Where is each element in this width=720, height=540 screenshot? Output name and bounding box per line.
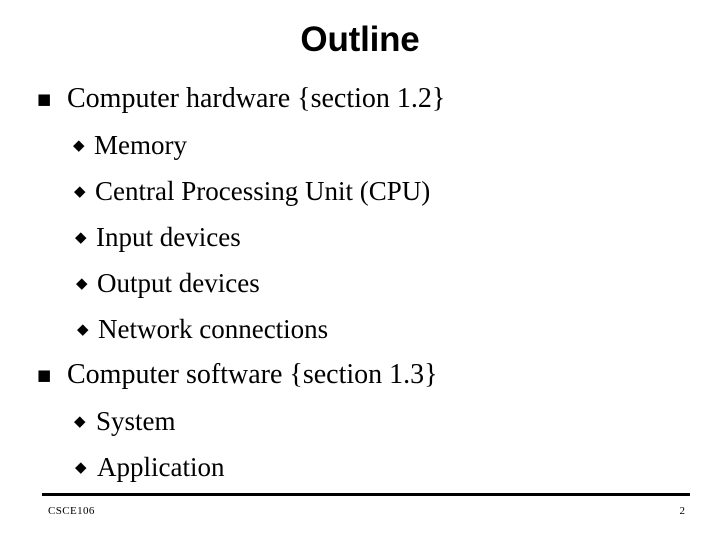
list-item-label: System <box>96 406 176 436</box>
diamond-bullet-icon: ◆ <box>77 320 89 338</box>
list-item: ◆ System <box>0 398 720 444</box>
square-bullet-icon: ■ <box>37 90 52 108</box>
list-item: ◆ Memory <box>0 122 720 168</box>
list-item: ■ Computer software {section 1.3} <box>0 352 720 398</box>
footer-page-number: 2 <box>679 505 686 517</box>
list-item-label: Output devices <box>97 268 260 298</box>
list-item: ◆ Application <box>0 444 720 490</box>
list-item: ◆ Output devices <box>0 260 720 306</box>
page-title: Outline <box>300 20 420 59</box>
footer-divider <box>42 493 690 496</box>
list-item: ◆ Input devices <box>0 214 720 260</box>
slide: Outline ■ Computer hardware {section 1.2… <box>0 0 720 540</box>
diamond-bullet-icon: ◆ <box>74 182 86 200</box>
diamond-bullet-icon: ◆ <box>73 136 85 154</box>
diamond-bullet-icon: ◆ <box>76 274 88 292</box>
list-item: ◆ Network connections <box>0 306 720 352</box>
list-item-label: Computer hardware {section 1.2} <box>67 83 446 114</box>
diamond-bullet-icon: ◆ <box>74 412 86 430</box>
outline-list: ■ Computer hardware {section 1.2} ◆ Memo… <box>0 76 720 490</box>
list-item: ◆ Central Processing Unit (CPU) <box>0 168 720 214</box>
diamond-bullet-icon: ◆ <box>75 228 87 246</box>
list-item-label: Application <box>97 452 225 482</box>
list-item-label: Computer software {section 1.3} <box>67 359 438 390</box>
square-bullet-icon: ■ <box>37 366 52 384</box>
list-item: ■ Computer hardware {section 1.2} <box>0 76 720 122</box>
list-item-label: Input devices <box>96 222 241 252</box>
list-item-label: Memory <box>94 130 187 160</box>
list-item-label: Network connections <box>98 314 329 344</box>
list-item-label: Central Processing Unit (CPU) <box>95 176 431 206</box>
diamond-bullet-icon: ◆ <box>75 458 87 476</box>
footer-course-code: CSCE106 <box>48 505 95 517</box>
